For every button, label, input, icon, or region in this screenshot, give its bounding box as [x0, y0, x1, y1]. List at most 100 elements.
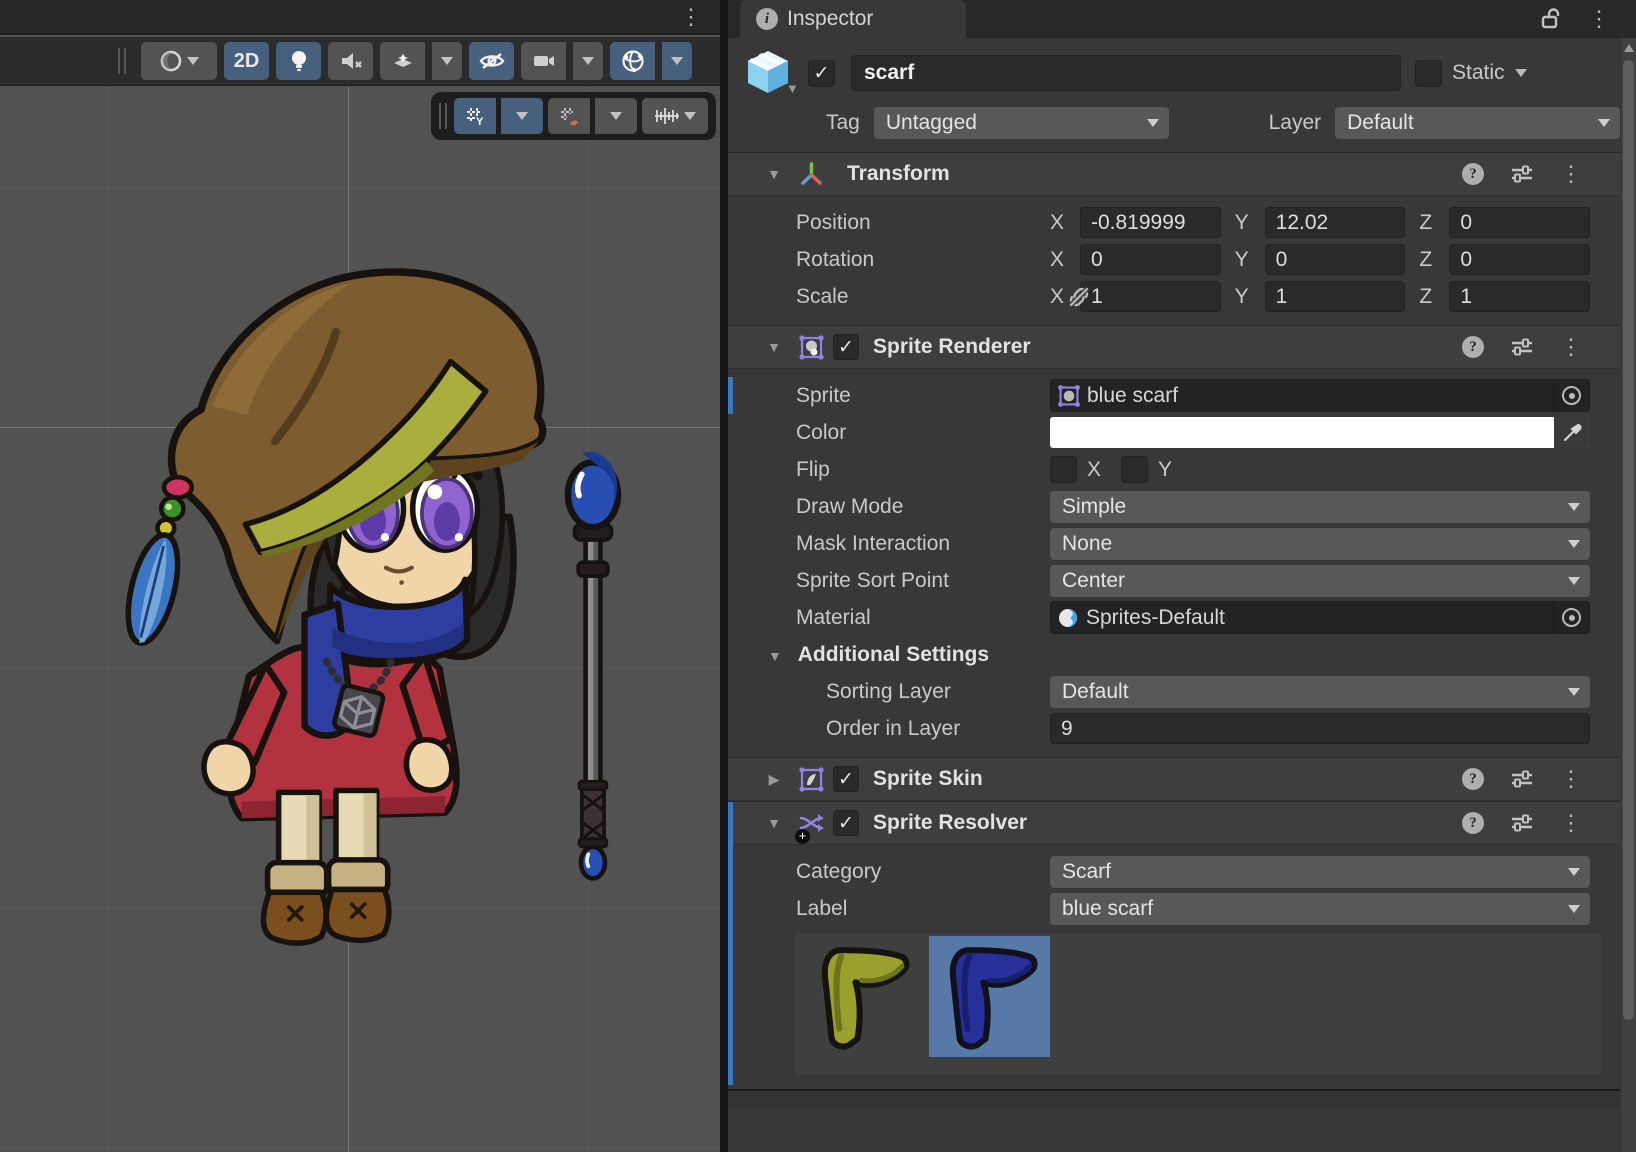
- scene-canvas[interactable]: Y: [0, 87, 720, 1152]
- character-sprite[interactable]: [0, 87, 720, 1152]
- thumbnail-blue-scarf-selected[interactable]: [929, 936, 1050, 1057]
- component-menu-kebab-icon[interactable]: ⋮: [1560, 768, 1582, 790]
- gizmos-button[interactable]: [610, 42, 655, 80]
- grid-visibility-button[interactable]: Y: [454, 98, 496, 134]
- category-label: Category: [728, 860, 1050, 884]
- scale-x-field[interactable]: 1: [1080, 281, 1221, 312]
- sprite-resolver-header[interactable]: ▼ + ✓ Sprite Resolver ? ⋮: [728, 801, 1620, 845]
- object-picker-button[interactable]: [1553, 602, 1589, 633]
- sprite-skin-enabled-checkbox[interactable]: ✓: [833, 766, 859, 792]
- panel-splitter[interactable]: [720, 0, 728, 1152]
- position-y-field[interactable]: 12.02: [1265, 207, 1406, 238]
- label-dropdown[interactable]: blue scarf: [1050, 893, 1590, 925]
- help-icon[interactable]: ?: [1462, 812, 1484, 834]
- scene-menu-kebab-icon[interactable]: ⋮: [680, 6, 702, 28]
- static-checkbox[interactable]: [1415, 60, 1442, 87]
- eyedropper-button[interactable]: [1554, 417, 1590, 448]
- mask-interaction-label: Mask Interaction: [728, 532, 1050, 556]
- sprite-resolver-title: Sprite Resolver: [873, 811, 1027, 835]
- sprite-object-field[interactable]: blue scarf: [1050, 379, 1590, 412]
- position-z-field[interactable]: 0: [1449, 207, 1590, 238]
- scene-lighting-button[interactable]: [276, 42, 321, 80]
- foldout-open-icon[interactable]: ▼: [764, 815, 784, 831]
- additional-settings-row[interactable]: ▼ Additional Settings: [728, 636, 1620, 673]
- effects-layers-icon: [391, 49, 415, 73]
- sprite-skin-icon: [798, 766, 825, 793]
- camera-dropdown[interactable]: [573, 42, 603, 80]
- snap-increment-button[interactable]: [642, 98, 708, 134]
- scrollbar-thumb[interactable]: [1623, 60, 1634, 1020]
- toolbar-drag-handle[interactable]: [118, 48, 126, 74]
- color-swatch[interactable]: [1050, 417, 1590, 448]
- rotation-z-field[interactable]: 0: [1449, 244, 1590, 275]
- help-icon[interactable]: ?: [1462, 336, 1484, 358]
- sprite-skin-header[interactable]: ▶ ✓ Sprite Skin ? ⋮: [728, 757, 1620, 801]
- gizmos-dropdown[interactable]: [662, 42, 692, 80]
- shading-mode-button[interactable]: [141, 42, 217, 80]
- presets-icon[interactable]: [1510, 162, 1534, 186]
- component-menu-kebab-icon[interactable]: ⋮: [1560, 163, 1582, 185]
- gameobject-active-checkbox[interactable]: ✓: [808, 60, 835, 87]
- sprite-resolver-enabled-checkbox[interactable]: ✓: [833, 810, 859, 836]
- scale-y-field[interactable]: 1: [1265, 281, 1406, 312]
- mask-interaction-dropdown[interactable]: None: [1050, 528, 1590, 560]
- gameobject-name-field[interactable]: scarf: [851, 55, 1401, 91]
- camera-button[interactable]: [521, 42, 566, 80]
- draw-mode-label: Draw Mode: [728, 495, 1050, 519]
- static-dropdown-caret[interactable]: [1515, 69, 1527, 77]
- scale-z-field[interactable]: 1: [1449, 281, 1590, 312]
- scene-visibility-button[interactable]: [469, 42, 514, 80]
- help-icon[interactable]: ?: [1462, 768, 1484, 790]
- order-in-layer-field[interactable]: 9: [1050, 713, 1590, 744]
- flip-y-checkbox[interactable]: [1121, 456, 1148, 483]
- layer-dropdown[interactable]: Default: [1335, 107, 1620, 139]
- thumbnail-olive-scarf[interactable]: [801, 936, 922, 1057]
- staff-sprite: [568, 452, 618, 879]
- scroll-up-arrow-icon[interactable]: [1624, 44, 1634, 52]
- help-icon[interactable]: ?: [1462, 163, 1484, 185]
- sorting-layer-dropdown[interactable]: Default: [1050, 676, 1590, 708]
- component-menu-kebab-icon[interactable]: ⋮: [1560, 812, 1582, 834]
- grid-snap-button[interactable]: [548, 98, 590, 134]
- inspector-scrollbar[interactable]: [1620, 38, 1636, 1152]
- effects-dropdown[interactable]: [432, 42, 462, 80]
- gameobject-cube-icon[interactable]: ▼: [742, 47, 794, 99]
- tag-dropdown[interactable]: Untagged: [874, 107, 1169, 139]
- toolbar-drag-handle[interactable]: [439, 103, 447, 129]
- category-dropdown[interactable]: Scarf: [1050, 856, 1590, 888]
- object-picker-button[interactable]: [1553, 380, 1589, 411]
- presets-icon[interactable]: [1510, 767, 1534, 791]
- rotation-y-field[interactable]: 0: [1265, 244, 1406, 275]
- effects-button[interactable]: [380, 42, 425, 80]
- sprite-renderer-enabled-checkbox[interactable]: ✓: [833, 334, 859, 360]
- presets-icon[interactable]: [1510, 335, 1534, 359]
- sprite-renderer-header[interactable]: ▼ ✓ Sprite Renderer ? ⋮: [728, 325, 1620, 369]
- broken-link-icon[interactable]: [1066, 284, 1092, 310]
- grid-snap-dropdown[interactable]: [595, 98, 637, 134]
- foldout-closed-icon[interactable]: ▶: [764, 771, 784, 788]
- foldout-open-icon[interactable]: ▼: [764, 166, 784, 182]
- grid-visibility-dropdown[interactable]: [501, 98, 543, 134]
- transform-header[interactable]: ▼ Transform ? ⋮: [728, 152, 1620, 196]
- rotation-x-field[interactable]: 0: [1080, 244, 1221, 275]
- material-object-field[interactable]: Sprites-Default: [1050, 601, 1590, 634]
- position-label: Position: [728, 211, 1050, 235]
- position-x-field[interactable]: -0.819999: [1080, 207, 1221, 238]
- sort-point-dropdown[interactable]: Center: [1050, 565, 1590, 597]
- object-picker-icon: [1562, 386, 1581, 405]
- flip-x-checkbox[interactable]: [1050, 456, 1077, 483]
- svg-text:Y: Y: [476, 116, 484, 128]
- unlock-icon[interactable]: [1540, 7, 1562, 31]
- inspector-menu-kebab-icon[interactable]: ⋮: [1588, 8, 1610, 30]
- chevron-down-icon: [1568, 868, 1580, 876]
- presets-icon[interactable]: [1510, 811, 1534, 835]
- 2d-toggle-button[interactable]: 2D: [224, 42, 269, 80]
- audio-mute-button[interactable]: [328, 42, 373, 80]
- component-menu-kebab-icon[interactable]: ⋮: [1560, 336, 1582, 358]
- tab-inspector[interactable]: i Inspector: [740, 0, 966, 38]
- layer-label: Layer: [1269, 111, 1322, 135]
- draw-mode-dropdown[interactable]: Simple: [1050, 491, 1590, 523]
- foldout-open-icon[interactable]: ▼: [768, 648, 782, 664]
- chevron-down-icon[interactable]: ▼: [786, 81, 799, 96]
- foldout-open-icon[interactable]: ▼: [764, 339, 784, 355]
